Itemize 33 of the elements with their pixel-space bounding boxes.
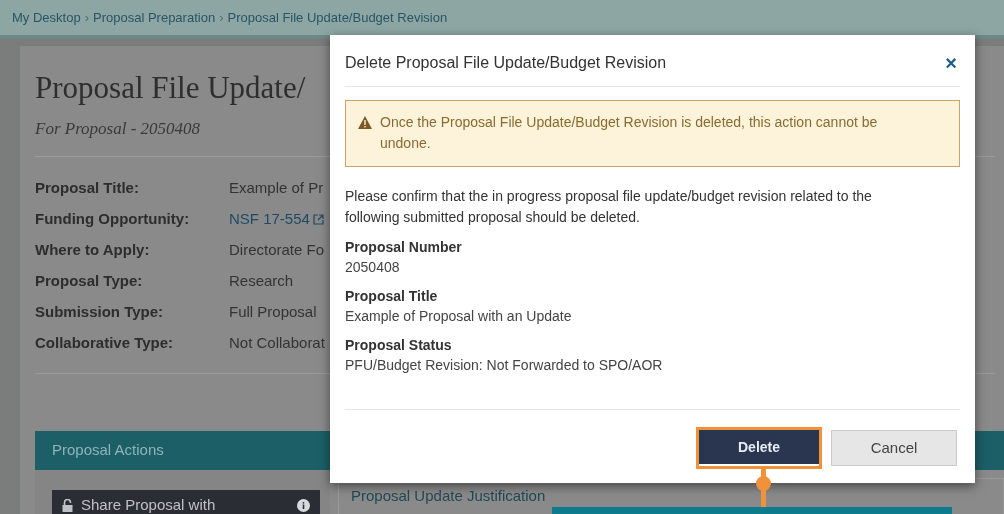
- field-value: 2050408: [345, 258, 401, 277]
- close-button[interactable]: ×: [942, 52, 960, 73]
- detail-label: Where to Apply:: [35, 239, 151, 260]
- detail-label: Proposal Title:: [35, 177, 140, 198]
- detail-label: Collaborative Type:: [35, 332, 175, 353]
- panel-header: Proposal Actions: [35, 430, 330, 470]
- cancel-button[interactable]: Cancel: [831, 430, 957, 466]
- dialog-title: Delete Proposal File Update/Budget Revision: [345, 52, 667, 73]
- detail-value: Example of Pr: [229, 177, 324, 198]
- detail-value: Full Proposal: [229, 301, 317, 322]
- field-value: Example of Proposal with an Update: [345, 307, 573, 326]
- delete-button[interactable]: Delete: [699, 430, 819, 464]
- warning-text: Once the Proposal File Update/Budget Revision is deleted, this action cannot be undone.: [380, 113, 879, 153]
- info-icon[interactable]: [297, 499, 310, 512]
- field-label: Proposal Number: [345, 238, 463, 257]
- detail-value: Directorate Fo: [229, 239, 325, 260]
- page-subtitle: For Proposal - 2050408: [35, 118, 201, 140]
- detail-label: Proposal Type:: [35, 270, 144, 291]
- detail-value: Not Collaborat: [229, 332, 325, 353]
- confirmation-message: Please confirm that the in progress proposal file update/budget revision related to the following submitted proposal should be deleted.: [345, 187, 873, 227]
- field-label: Proposal Title: [345, 287, 439, 306]
- field-label: Proposal Status: [345, 336, 453, 355]
- detail-label: Submission Type:: [35, 301, 165, 322]
- external-link-icon: [312, 213, 324, 225]
- detail-label: Funding Opportunity:: [35, 208, 191, 229]
- breadcrumb-separator: ›: [219, 8, 224, 27]
- warning-icon: [358, 116, 372, 129]
- lock-icon: [62, 499, 73, 512]
- breadcrumb-separator: ›: [84, 8, 89, 27]
- page-title: Proposal File Update/: [35, 70, 306, 106]
- field-value: PFU/Budget Revision: Not Forwarded to SPO/AOR: [345, 356, 664, 375]
- detail-value: Research: [229, 270, 294, 291]
- share-button[interactable]: Share Proposal with: [52, 489, 320, 514]
